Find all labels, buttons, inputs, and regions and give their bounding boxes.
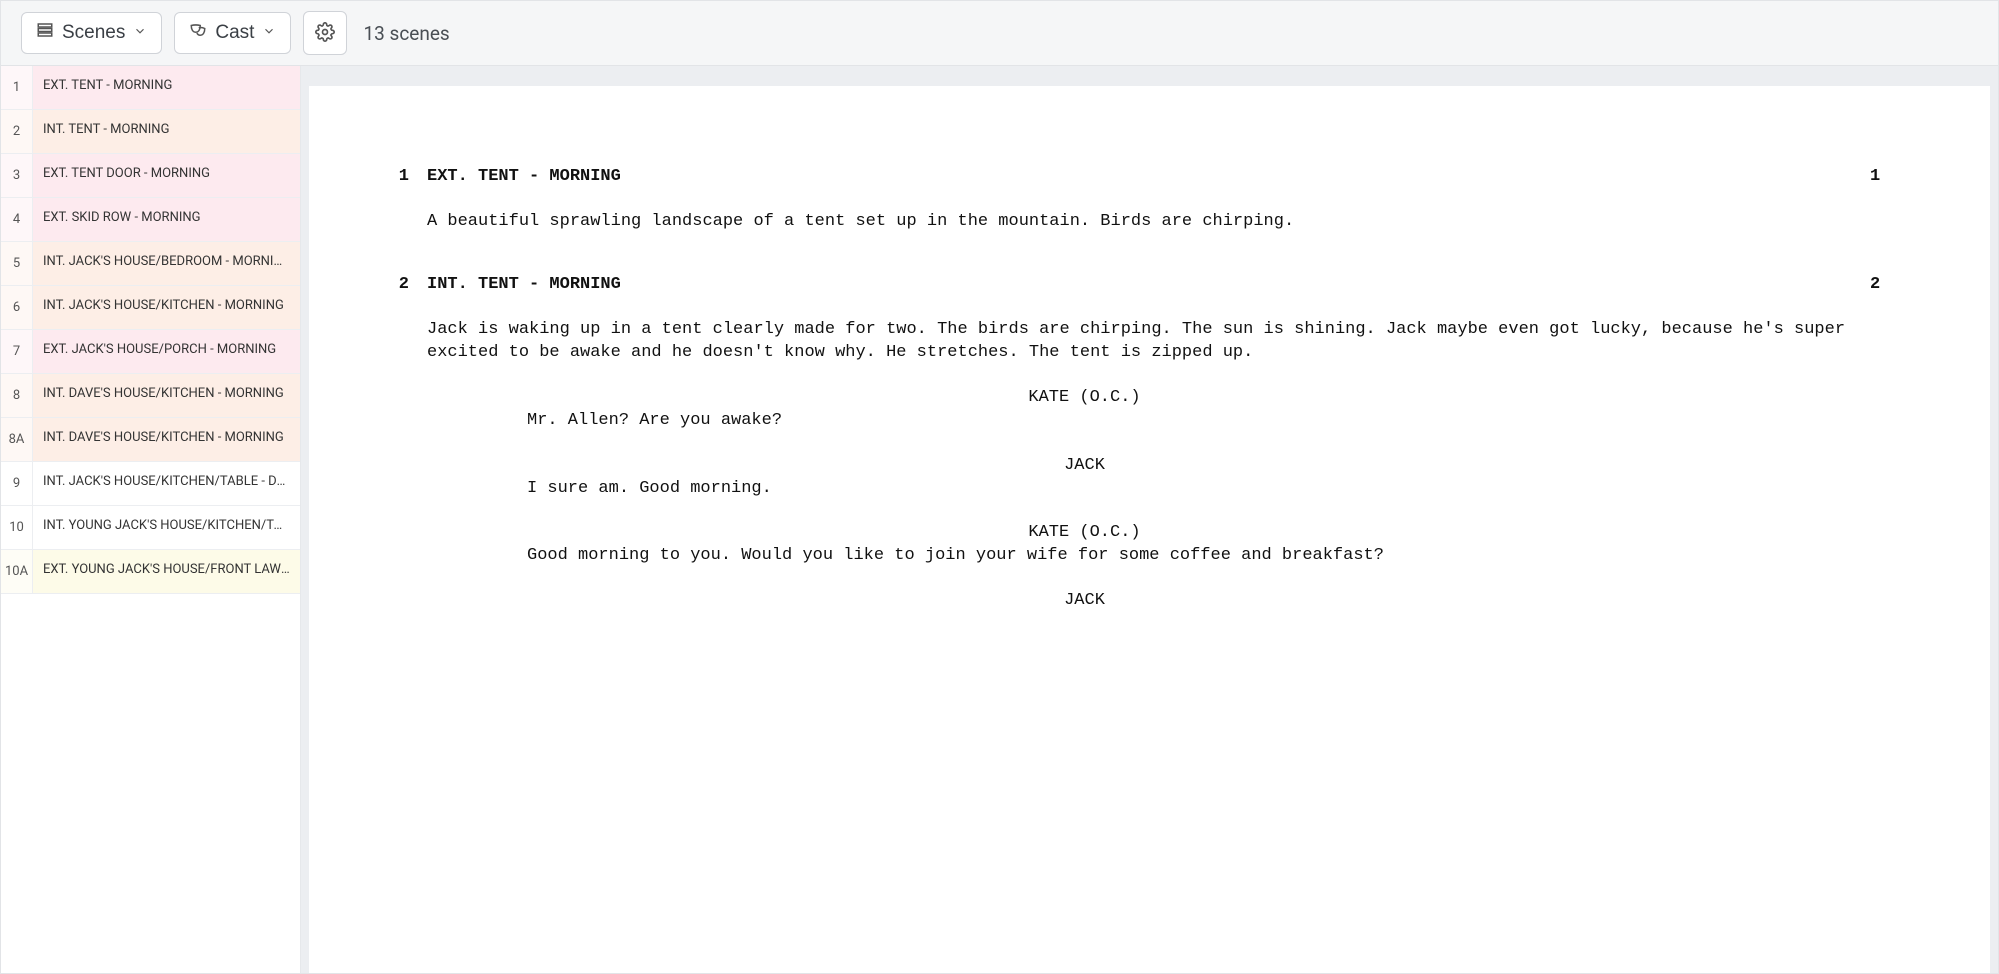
scene-list-item-title: INT. DAVE'S HOUSE/KITCHEN - MORNING [33,418,300,461]
scene-list-item[interactable]: 2INT. TENT - MORNING [1,110,300,154]
toolbar: Scenes Cast 13 scenes [0,0,1999,66]
scene-list-item-title: EXT. JACK'S HOUSE/PORCH - MORNING [33,330,300,373]
scene-list-item-number: 2 [1,110,33,153]
chevron-down-icon [133,22,147,44]
scene-list-item-title: EXT. YOUNG JACK'S HOUSE/FRONT LAWN - D..… [33,550,300,593]
scene-list-item-title: EXT. TENT - MORNING [33,66,300,109]
list-icon [36,21,54,45]
scene-list-item-number: 5 [1,242,33,285]
scene-list-item-title: INT. JACK'S HOUSE/KITCHEN/TABLE - DAY [33,462,300,505]
scene-list-item[interactable]: 8AINT. DAVE'S HOUSE/KITCHEN - MORNING [1,418,300,462]
scene-list-item[interactable]: 5INT. JACK'S HOUSE/BEDROOM - MORNING [1,242,300,286]
scene-list-item-number: 10 [1,506,33,549]
scene-list-item-number: 6 [1,286,33,329]
scene-list-item-number: 1 [1,66,33,109]
dialogue-text: Mr. Allen? Are you awake? [527,410,1672,433]
action-text: Jack is waking up in a tent clearly made… [427,319,1852,365]
scene-list-item[interactable]: 4EXT. SKID ROW - MORNING [1,198,300,242]
dialogue-text: I sure am. Good morning. [527,478,1672,501]
masks-icon [189,21,207,45]
scene-number-left: 2 [379,274,427,297]
scene-list-item-title: INT. YOUNG JACK'S HOUSE/KITCHEN/TABLE - … [33,506,300,549]
screenplay-scene: 2INT. TENT - MORNING2Jack is waking up i… [379,274,1900,613]
script-viewport[interactable]: 1EXT. TENT - MORNING1A beautiful sprawli… [301,66,1998,973]
scene-list-item[interactable]: 9INT. JACK'S HOUSE/KITCHEN/TABLE - DAY [1,462,300,506]
settings-button[interactable] [303,11,347,55]
script-page: 1EXT. TENT - MORNING1A beautiful sprawli… [309,86,1990,973]
scene-list-item-number: 7 [1,330,33,373]
slugline-row: 1EXT. TENT - MORNING1 [379,166,1900,189]
scene-list-item[interactable]: 8INT. DAVE'S HOUSE/KITCHEN - MORNING [1,374,300,418]
character-cue: JACK [547,590,1622,613]
scene-list-item-title: EXT. SKID ROW - MORNING [33,198,300,241]
scene-count-text: 13 scenes [363,22,449,45]
scene-list-item-number: 4 [1,198,33,241]
character-cue: KATE (O.C.) [547,387,1622,410]
scene-list-item-title: EXT. TENT DOOR - MORNING [33,154,300,197]
scenes-dropdown-label: Scenes [62,22,125,44]
scene-list-item-number: 8A [1,418,33,461]
slugline-row: 2INT. TENT - MORNING2 [379,274,1900,297]
page-top-spacer [309,66,1990,86]
dialogue-block: JACK [427,590,1852,613]
chevron-down-icon [262,22,276,44]
main-area: 1EXT. TENT - MORNING2INT. TENT - MORNING… [0,66,1999,974]
scene-list-item[interactable]: 7EXT. JACK'S HOUSE/PORCH - MORNING [1,330,300,374]
cast-dropdown-label: Cast [215,22,254,44]
scene-list-item[interactable]: 10AEXT. YOUNG JACK'S HOUSE/FRONT LAWN - … [1,550,300,594]
dialogue-text: Good morning to you. Would you like to j… [527,545,1672,568]
scene-list-item-number: 9 [1,462,33,505]
gear-icon [315,22,335,45]
cast-dropdown-button[interactable]: Cast [174,12,291,54]
slugline-text: INT. TENT - MORNING [427,274,1852,297]
screenplay-scene: 1EXT. TENT - MORNING1A beautiful sprawli… [379,166,1900,234]
dialogue-block: JACKI sure am. Good morning. [427,455,1852,501]
scene-list-item-number: 8 [1,374,33,417]
scene-list-item-title: INT. DAVE'S HOUSE/KITCHEN - MORNING [33,374,300,417]
scene-list-sidebar[interactable]: 1EXT. TENT - MORNING2INT. TENT - MORNING… [1,66,301,973]
character-cue: JACK [547,455,1622,478]
slugline-text: EXT. TENT - MORNING [427,166,1852,189]
action-text: A beautiful sprawling landscape of a ten… [427,211,1852,234]
scene-list-item-title: INT. JACK'S HOUSE/KITCHEN - MORNING [33,286,300,329]
scenes-dropdown-button[interactable]: Scenes [21,12,162,54]
scene-list-item-number: 10A [1,550,33,593]
character-cue: KATE (O.C.) [547,522,1622,545]
dialogue-block: KATE (O.C.)Good morning to you. Would yo… [427,522,1852,568]
scene-list-item[interactable]: 1EXT. TENT - MORNING [1,66,300,110]
scene-list-item[interactable]: 6INT. JACK'S HOUSE/KITCHEN - MORNING [1,286,300,330]
dialogue-block: KATE (O.C.)Mr. Allen? Are you awake? [427,387,1852,433]
scene-list-item-title: INT. TENT - MORNING [33,110,300,153]
scene-list-item-title: INT. JACK'S HOUSE/BEDROOM - MORNING [33,242,300,285]
scene-number-right: 2 [1852,274,1900,297]
scene-list-item[interactable]: 10INT. YOUNG JACK'S HOUSE/KITCHEN/TABLE … [1,506,300,550]
scene-number-left: 1 [379,166,427,189]
scene-list-item-number: 3 [1,154,33,197]
scene-list-item[interactable]: 3EXT. TENT DOOR - MORNING [1,154,300,198]
scene-number-right: 1 [1852,166,1900,189]
